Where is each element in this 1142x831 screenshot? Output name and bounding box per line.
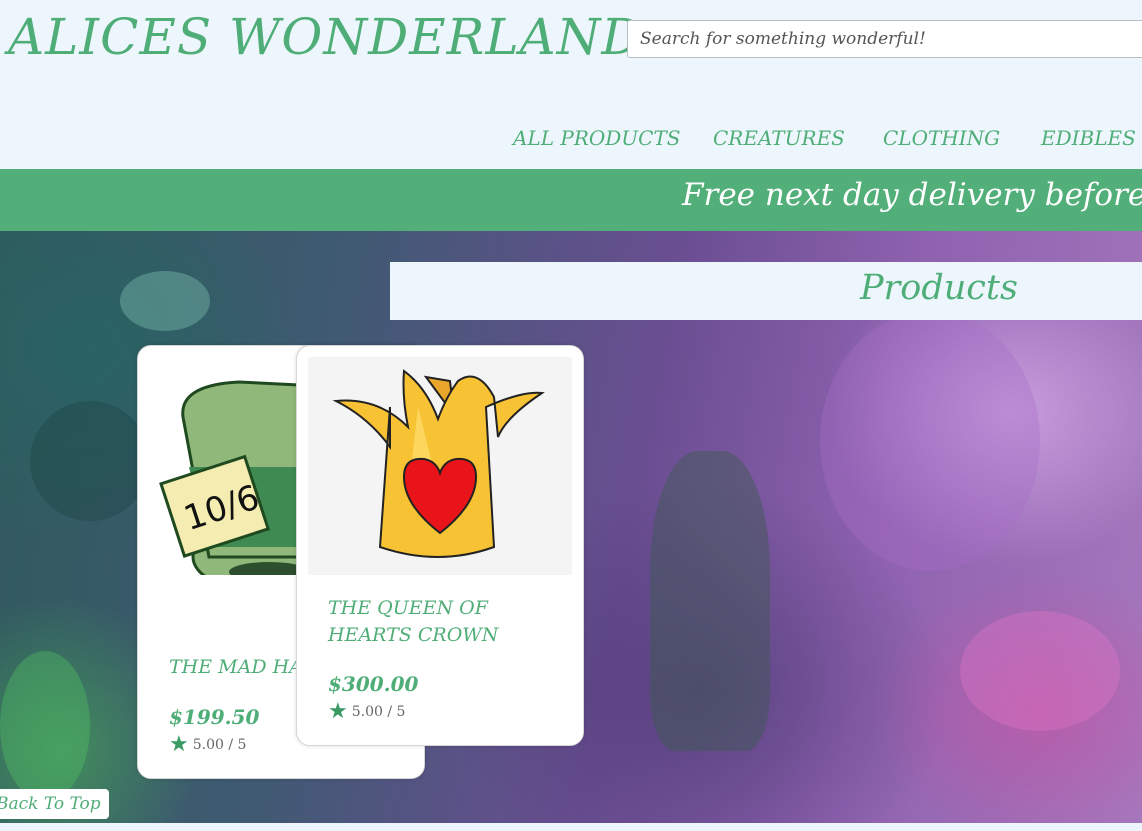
- product-rating-value: 5.00 / 5: [351, 704, 406, 720]
- product-rating-value: 5.00 / 5: [192, 737, 247, 753]
- page-title: Products: [860, 268, 1018, 308]
- search-box[interactable]: [627, 20, 1142, 58]
- nav-edibles[interactable]: EDIBLES: [1041, 126, 1136, 150]
- nav-all-products[interactable]: ALL PRODUCTS: [513, 126, 681, 150]
- nav-creatures[interactable]: CREATURES: [713, 126, 845, 150]
- search-input[interactable]: [628, 21, 1142, 57]
- product-card-queen-of-hearts-crown[interactable]: THE QUEEN OF HEARTS CROWN $300.00 ★ 5.00…: [296, 345, 584, 746]
- back-to-top-button[interactable]: Back To Top: [0, 789, 109, 819]
- product-name[interactable]: THE QUEEN OF HEARTS CROWN: [328, 595, 568, 649]
- star-icon: ★: [328, 699, 348, 724]
- site-logo-title[interactable]: ALICES WONDERLAND: [8, 8, 642, 66]
- product-price: $199.50: [169, 705, 260, 729]
- star-icon: ★: [169, 732, 189, 757]
- product-rating: ★ 5.00 / 5: [169, 732, 247, 757]
- delivery-banner: Free next day delivery before 2pm: [0, 169, 1142, 231]
- product-rating: ★ 5.00 / 5: [328, 699, 406, 724]
- nav-clothing[interactable]: CLOTHING: [883, 126, 1000, 150]
- product-price: $300.00: [328, 672, 419, 696]
- main-nav: ALL PRODUCTS CREATURES CLOTHING EDIBLES: [0, 126, 1142, 156]
- products-heading-panel: Products: [390, 262, 1142, 320]
- delivery-banner-text: Free next day delivery before 2pm: [682, 177, 1142, 213]
- product-image-crown[interactable]: [308, 357, 572, 575]
- footer-strip: [0, 823, 1142, 831]
